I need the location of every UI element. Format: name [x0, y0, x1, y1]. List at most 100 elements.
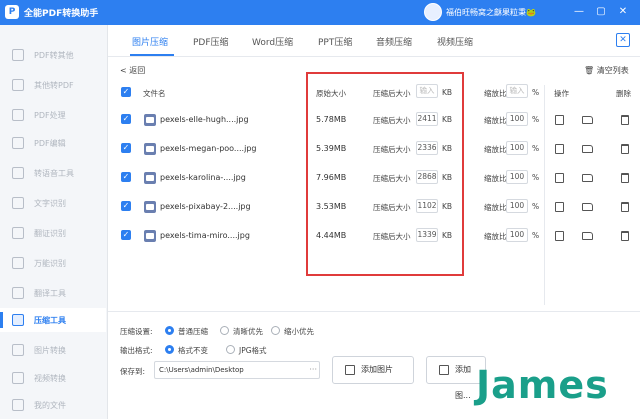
row-checkbox[interactable]: ✓ [121, 114, 131, 124]
radio-normal-compress[interactable] [165, 326, 174, 335]
trash-icon[interactable] [621, 144, 629, 154]
row-checkbox[interactable]: ✓ [121, 172, 131, 182]
user-name[interactable]: 福伯旺畅窝之龢果粒秉🐸 [446, 7, 536, 18]
scale-label: 缩放比 [484, 116, 507, 125]
sidebar-item-other-to-pdf[interactable]: 其他转PDF [0, 73, 106, 97]
percent-unit: % [532, 231, 540, 240]
minimize-button[interactable]: — [572, 5, 586, 19]
scale-input[interactable]: 100 [506, 112, 528, 126]
tab-image-compress[interactable]: 图片压缩 [132, 35, 168, 48]
radio-keep-format[interactable] [165, 345, 174, 354]
scale-label: 缩放比 [484, 203, 507, 212]
add-image-button[interactable]: 添加图片 [332, 356, 414, 384]
tab-video-compress[interactable]: 视频压缩 [437, 35, 473, 48]
compress-settings-label: 压缩设置: [120, 327, 153, 336]
scale-input[interactable]: 100 [506, 170, 528, 184]
folder-icon[interactable] [582, 174, 593, 182]
percent-unit: % [532, 115, 540, 124]
close-button[interactable]: ✕ [616, 5, 630, 19]
folder-icon [12, 399, 24, 411]
sidebar-item-universal-recognition[interactable]: 万能识别 [0, 251, 106, 275]
tab-bar: 图片压缩 PDF压缩 Word压缩 PPT压缩 音频压缩 视频压缩 ✕ [108, 25, 640, 57]
edit-icon[interactable] [555, 144, 564, 154]
output-format-label: 输出格式: [120, 346, 153, 355]
sidebar-item-pdf-process[interactable]: PDF处理 [0, 103, 106, 127]
close-icon[interactable]: ✕ [616, 33, 630, 47]
edit-icon[interactable] [555, 202, 564, 212]
scale-label: 缩放比 [484, 232, 507, 241]
radio-jpg-format[interactable] [226, 345, 235, 354]
edit-icon[interactable] [555, 115, 564, 125]
video-icon [12, 372, 24, 384]
folder-icon [439, 365, 449, 375]
scale-all-input[interactable]: 输入 [506, 84, 528, 98]
folder-icon[interactable] [582, 116, 593, 124]
sidebar-item-label: 万能识别 [34, 259, 66, 268]
row-checkbox[interactable]: ✓ [121, 143, 131, 153]
sidebar-item-my-files[interactable]: 我的文件 [0, 393, 106, 417]
scale-label: 缩放比 [484, 174, 507, 183]
file-name: pexels-pixabay-2....jpg [160, 202, 251, 211]
scale-label: 缩放比 [484, 145, 507, 154]
user-avatar[interactable] [424, 3, 442, 21]
tab-pdf-compress[interactable]: PDF压缩 [193, 35, 229, 48]
tab-word-compress[interactable]: Word压缩 [252, 35, 293, 48]
select-all-checkbox[interactable]: ✓ [121, 87, 131, 97]
sidebar-item-pdf-to-other[interactable]: PDF转其他 [0, 43, 106, 67]
trash-icon[interactable] [621, 115, 629, 125]
sidebar-item-label: PDF转其他 [34, 51, 74, 60]
scale-input[interactable]: 100 [506, 141, 528, 155]
sidebar-item-text-recognition[interactable]: 文字识别 [0, 191, 106, 215]
browse-button[interactable]: ··· [309, 362, 317, 378]
sidebar-item-label: 翻证识别 [34, 229, 66, 238]
sidebar-item-compress[interactable]: 压缩工具 [0, 308, 106, 332]
app-logo: P [5, 5, 19, 19]
save-to-label: 保存到: [120, 367, 146, 376]
trash-icon[interactable] [621, 202, 629, 212]
clear-list-button[interactable]: 🗑 清空列表 [584, 65, 629, 76]
text-scan-icon [12, 197, 24, 209]
folder-icon[interactable] [582, 203, 593, 211]
process-icon [12, 109, 24, 121]
file-name: pexels-karolina-....jpg [160, 173, 246, 182]
image-file-icon [144, 143, 156, 155]
row-checkbox[interactable]: ✓ [121, 201, 131, 211]
maximize-button[interactable]: ▢ [594, 5, 608, 19]
sidebar-item-id-recognition[interactable]: 翻证识别 [0, 221, 106, 245]
sidebar-item-image-convert[interactable]: 图片转换 [0, 338, 106, 362]
edit-icon[interactable] [555, 173, 564, 183]
sidebar-item-voice-tools[interactable]: 转语音工具 [0, 161, 106, 185]
highlight-box [306, 72, 464, 276]
save-path-text: C:\Users\admin\Desktop [159, 366, 244, 374]
trash-icon[interactable] [621, 231, 629, 241]
radio-label: JPG格式 [239, 346, 267, 355]
sidebar-item-label: 其他转PDF [34, 81, 74, 90]
save-path-input[interactable]: C:\Users\admin\Desktop ··· [154, 361, 320, 379]
back-link[interactable]: < 返回 [120, 65, 145, 76]
tab-audio-compress[interactable]: 音频压缩 [376, 35, 412, 48]
header-file-name: 文件名 [143, 89, 166, 98]
convert-icon [12, 79, 24, 91]
row-checkbox[interactable]: ✓ [121, 230, 131, 240]
percent-unit: % [532, 88, 540, 97]
sidebar-item-translate[interactable]: 翻译工具 [0, 281, 106, 305]
radio-size-first[interactable] [271, 326, 280, 335]
folder-icon[interactable] [582, 145, 593, 153]
sidebar-item-video-convert[interactable]: 视频转换 [0, 366, 106, 390]
tab-ppt-compress[interactable]: PPT压缩 [318, 35, 352, 48]
file-name: pexels-megan-poo....jpg [160, 144, 257, 153]
header-scale: 缩放比 [484, 89, 507, 98]
scale-input[interactable]: 100 [506, 199, 528, 213]
folder-icon[interactable] [582, 232, 593, 240]
sidebar-item-label: PDF处理 [34, 111, 66, 120]
divider [108, 311, 640, 312]
scale-input[interactable]: 100 [506, 228, 528, 242]
file-name: pexels-tima-miro....jpg [160, 231, 250, 240]
sidebar-item-pdf-edit[interactable]: PDF编辑 [0, 131, 106, 155]
title-bar: P 全能PDF转换助手 福伯旺畅窝之龢果粒秉🐸 — ▢ ✕ [0, 0, 640, 25]
sidebar-item-label: 我的文件 [34, 401, 66, 410]
edit-icon[interactable] [555, 231, 564, 241]
radio-clarity-first[interactable] [220, 326, 229, 335]
trash-icon[interactable] [621, 173, 629, 183]
sidebar-item-label: 文字识别 [34, 199, 66, 208]
